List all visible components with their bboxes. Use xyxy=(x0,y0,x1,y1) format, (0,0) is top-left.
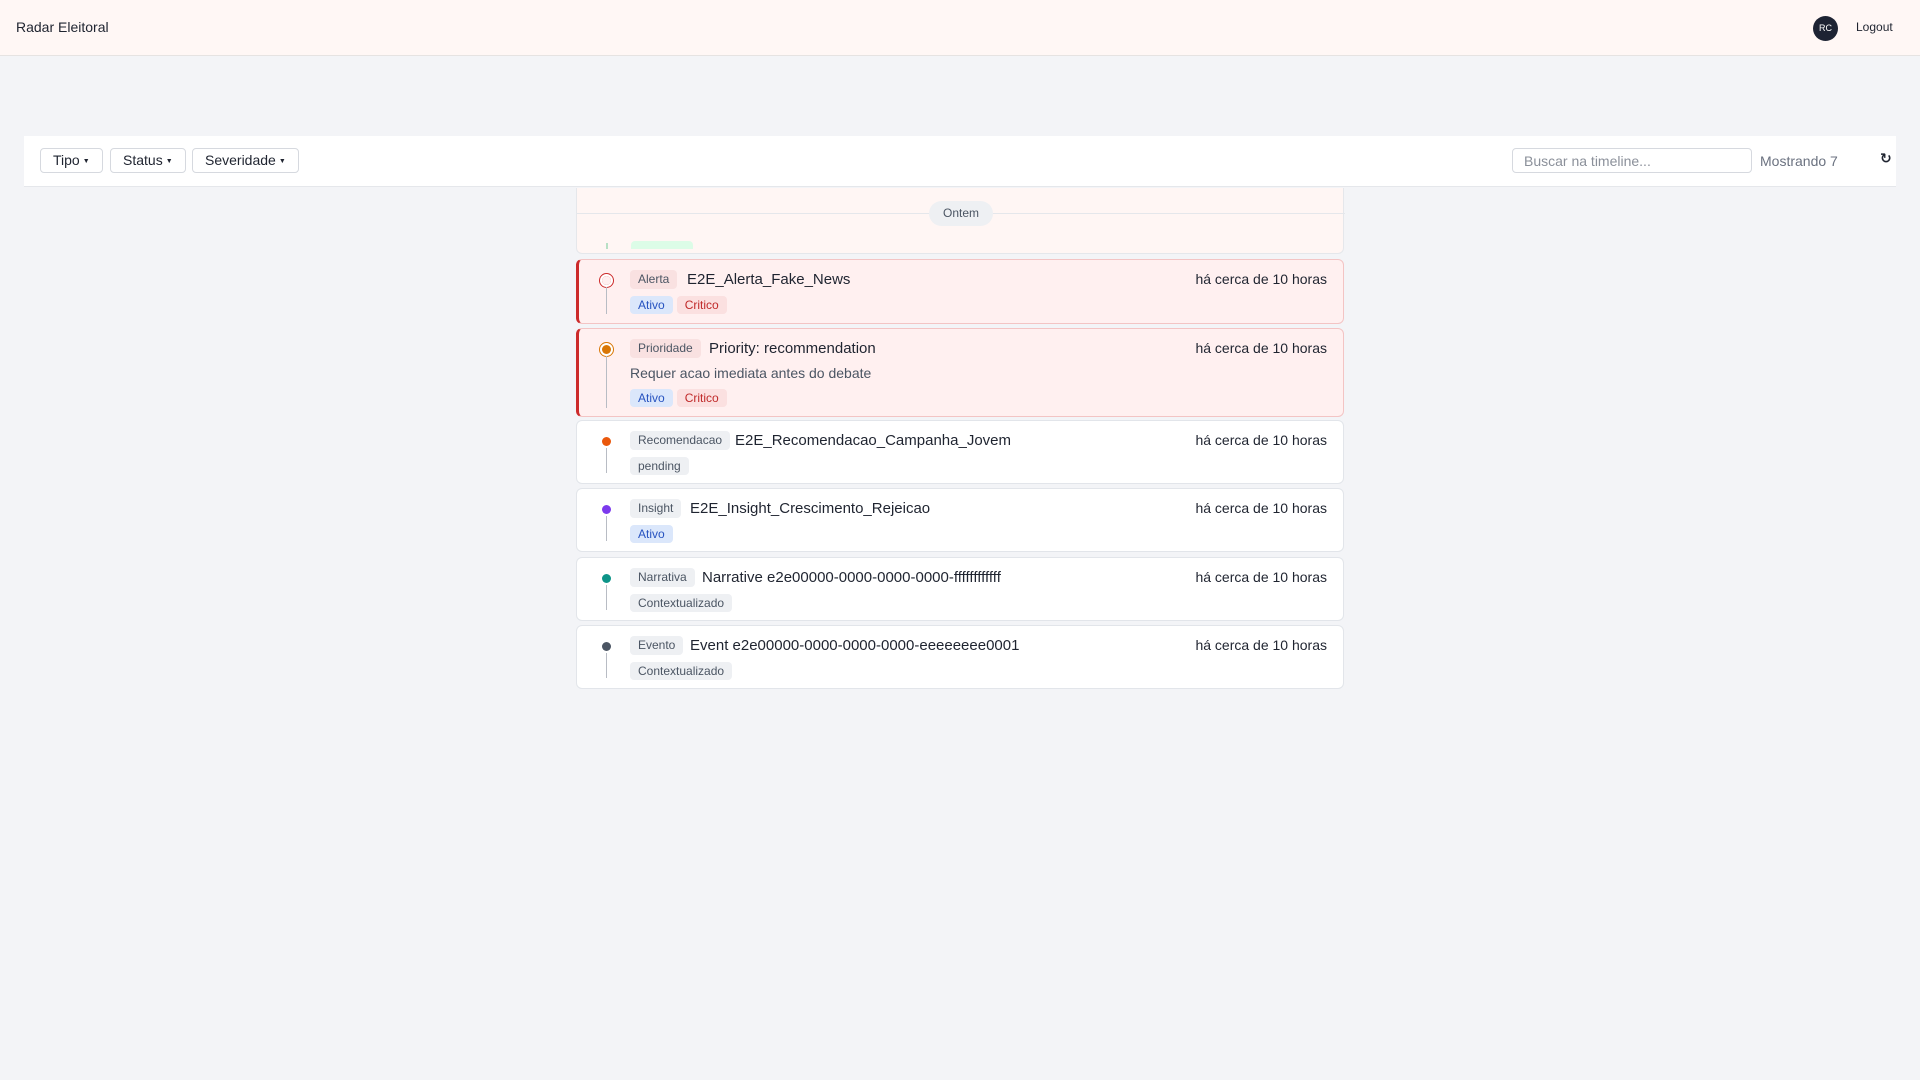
type-dot-icon xyxy=(602,642,611,651)
item-timestamp: há cerca de 10 horas xyxy=(1195,271,1327,287)
timeline-connector xyxy=(606,653,607,678)
item-timestamp: há cerca de 10 horas xyxy=(1195,432,1327,448)
timeline: Ontem Alerta E2E_Alerta_Fake_News há cer… xyxy=(576,188,1345,689)
type-dot-icon xyxy=(602,437,611,446)
filter-bar: Tipo▼ Status▼ Severidade▼ Mostrando 7 ↻ xyxy=(24,136,1896,187)
chevron-down-icon: ▼ xyxy=(82,158,90,165)
item-description: Requer acao imediata antes do debate xyxy=(630,365,872,381)
type-badge: Narrativa xyxy=(630,568,695,587)
type-dot-icon xyxy=(602,505,611,514)
timeline-item-prioridade[interactable]: Prioridade Priority: recommendation há c… xyxy=(576,328,1344,417)
severidade-filter-label: Severidade xyxy=(205,152,276,168)
type-badge: Prioridade xyxy=(630,339,701,358)
status-tag xyxy=(631,241,693,249)
item-timestamp: há cerca de 10 horas xyxy=(1195,569,1327,585)
timeline-connector xyxy=(606,356,607,408)
item-timestamp: há cerca de 10 horas xyxy=(1195,340,1327,356)
timeline-item-insight[interactable]: Insight E2E_Insight_Crescimento_Rejeicao… xyxy=(576,488,1344,552)
item-tags: Ativo xyxy=(630,525,673,543)
refresh-icon[interactable]: ↻ xyxy=(1880,150,1892,167)
severity-dot-icon xyxy=(602,345,611,354)
top-bar: Radar Eleitoral RC Logout xyxy=(0,0,1920,56)
timeline-item-narrativa[interactable]: Narrativa Narrative e2e00000-0000-0000-0… xyxy=(576,557,1344,621)
severity-tag: Critico xyxy=(676,389,727,407)
type-dot-icon xyxy=(602,574,611,583)
item-timestamp: há cerca de 10 horas xyxy=(1195,637,1327,653)
status-tag: Contextualizado xyxy=(630,594,733,612)
type-badge: Recomendacao xyxy=(630,431,731,450)
type-badge: Alerta xyxy=(630,270,678,289)
timeline-item-recomendacao[interactable]: Recomendacao E2E_Recomendacao_Campanha_J… xyxy=(576,420,1344,484)
item-timestamp: há cerca de 10 horas xyxy=(1195,500,1327,516)
timeline-item-alerta[interactable]: Alerta E2E_Alerta_Fake_News há cerca de … xyxy=(576,259,1344,324)
item-tags: pending xyxy=(630,457,689,475)
chevron-down-icon: ▼ xyxy=(278,158,286,165)
results-count: Mostrando 7 xyxy=(1760,153,1838,169)
item-title[interactable]: E2E_Insight_Crescimento_Rejeicao xyxy=(690,500,930,517)
tipo-filter-label: Tipo xyxy=(53,152,80,168)
timeline-connector xyxy=(606,243,608,249)
day-label: Ontem xyxy=(929,201,993,226)
status-tag: Ativo xyxy=(630,525,673,543)
status-tag: Ativo xyxy=(630,389,673,407)
chevron-down-icon: ▼ xyxy=(165,158,173,165)
timeline-search-input[interactable] xyxy=(1512,148,1752,173)
timeline-connector xyxy=(606,448,607,473)
status-tag: pending xyxy=(630,457,689,475)
timeline-item-evento[interactable]: Evento Event e2e00000-0000-0000-0000-eee… xyxy=(576,625,1344,689)
type-badge: Insight xyxy=(630,499,682,518)
timeline-connector xyxy=(606,287,607,314)
severity-dot-icon xyxy=(602,276,611,285)
item-tags: Contextualizado xyxy=(630,662,733,680)
status-tag: Ativo xyxy=(630,296,673,314)
timeline-connector xyxy=(606,516,607,541)
timeline-connector xyxy=(606,585,607,610)
item-title[interactable]: E2E_Recomendacao_Campanha_Jovem xyxy=(735,432,1011,449)
item-title[interactable]: Priority: recommendation xyxy=(709,340,876,357)
tipo-filter-dropdown[interactable]: Tipo ▼ xyxy=(40,148,103,173)
item-tags: Ativo Critico xyxy=(630,389,727,407)
logout-button[interactable]: Logout xyxy=(1856,20,1893,34)
app-title[interactable]: Radar Eleitoral xyxy=(16,19,109,35)
severity-tag: Critico xyxy=(676,296,727,314)
type-badge: Evento xyxy=(630,636,684,655)
item-title[interactable]: Narrative e2e00000-0000-0000-0000-ffffff… xyxy=(702,569,1001,586)
severidade-filter-dropdown[interactable]: Severidade ▼ xyxy=(192,148,299,173)
status-filter-dropdown[interactable]: Status ▼ xyxy=(110,148,186,173)
day-group-header: Ontem xyxy=(576,188,1345,254)
user-avatar[interactable]: RC xyxy=(1813,16,1838,41)
status-tag: Contextualizado xyxy=(630,662,733,680)
item-title[interactable]: E2E_Alerta_Fake_News xyxy=(687,271,850,288)
item-title[interactable]: Event e2e00000-0000-0000-0000-eeeeeeee00… xyxy=(690,637,1019,654)
status-filter-label: Status xyxy=(123,152,163,168)
item-tags: Ativo Critico xyxy=(630,296,727,314)
item-tags: Contextualizado xyxy=(630,594,733,612)
